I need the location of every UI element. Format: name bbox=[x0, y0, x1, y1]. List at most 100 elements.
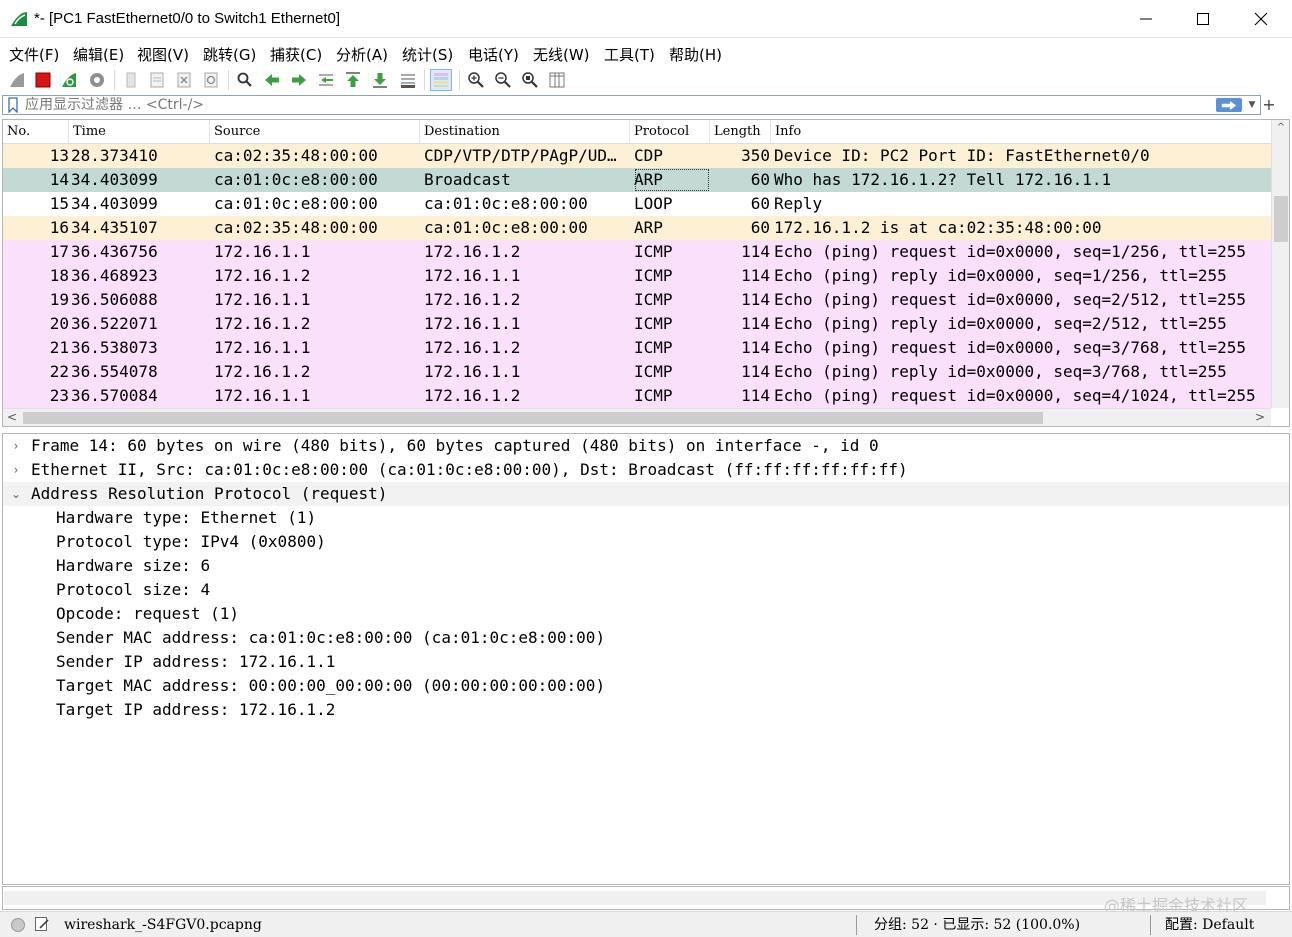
packet-cell-proto: ICMP bbox=[634, 290, 673, 309]
toolbar-separator bbox=[228, 70, 229, 90]
column-header-info[interactable]: Info bbox=[771, 120, 1271, 144]
packet-row[interactable]: 20 36.522071 172.16.1.2 172.16.1.1 ICMP 114 Ec… bbox=[3, 312, 1271, 336]
packet-row[interactable]: 13 28.373410 ca:02:35:48:00:00 CDP/VTP/DTP/… bbox=[3, 144, 1271, 168]
colorize-button[interactable] bbox=[430, 69, 452, 91]
packet-cell-proto: ARP bbox=[634, 168, 710, 192]
save-file-button[interactable] bbox=[146, 69, 168, 91]
toolbar-separator bbox=[114, 70, 115, 90]
menu-edit[interactable]: 编辑(E) bbox=[73, 44, 124, 65]
menu-file[interactable]: 文件(F) bbox=[9, 44, 59, 65]
column-header-time[interactable]: Time bbox=[69, 120, 210, 144]
detail-field[interactable]: Opcode: request (1) bbox=[3, 602, 1289, 626]
packet-row[interactable]: 18 36.468923 172.16.1.2 172.16.1.1 ICMP 114 Ec… bbox=[3, 264, 1271, 288]
colorize-icon bbox=[434, 73, 448, 87]
detail-field[interactable]: Hardware size: 6 bbox=[3, 554, 1289, 578]
filter-history-dropdown[interactable]: ▼ bbox=[1246, 98, 1258, 112]
resize-columns-button[interactable] bbox=[546, 69, 568, 91]
scroll-left-icon[interactable]: < bbox=[7, 410, 17, 424]
packet-row[interactable]: 19 36.506088 172.16.1.1 172.16.1.2 ICMP 114 Ec… bbox=[3, 288, 1271, 312]
detail-tree-node[interactable]: › Ethernet II, Src: ca:01:0c:e8:00:00 (ca… bbox=[3, 458, 1289, 482]
add-filter-button[interactable]: + bbox=[1262, 95, 1276, 115]
packet-bytes-scrollbar[interactable] bbox=[4, 891, 1266, 905]
detail-text: Hardware type: Ethernet (1) bbox=[56, 508, 317, 527]
menu-analyze[interactable]: 分析(A) bbox=[336, 44, 388, 65]
packet-list-horizontal-scrollbar[interactable]: < > bbox=[3, 408, 1271, 426]
close-file-button[interactable] bbox=[173, 69, 195, 91]
zoom-out-button[interactable] bbox=[492, 69, 514, 91]
packet-row[interactable]: 15 34.403099 ca:01:0c:e8:00:00 ca:01:0c:e8:… bbox=[3, 192, 1271, 216]
packet-row[interactable]: 22 36.554078 172.16.1.2 172.16.1.1 ICMP 114 Ec… bbox=[3, 360, 1271, 384]
go-to-packet-button[interactable] bbox=[315, 69, 337, 91]
apply-filter-button[interactable] bbox=[1216, 98, 1242, 112]
menu-statistics[interactable]: 统计(S) bbox=[402, 44, 453, 65]
packet-row[interactable]: 14 34.403099 ca:01:0c:e8:00:00 Broadcast ARP… bbox=[3, 168, 1271, 192]
menu-telephony[interactable]: 电话(Y) bbox=[468, 44, 519, 65]
open-file-button[interactable] bbox=[120, 69, 142, 91]
close-button[interactable] bbox=[1232, 0, 1290, 38]
packet-row[interactable]: 21 36.538073 172.16.1.1 172.16.1.2 ICMP 114 Ec… bbox=[3, 336, 1271, 360]
scroll-up-icon[interactable]: ^ bbox=[1275, 122, 1287, 134]
chevron-down-icon: ▼ bbox=[1248, 100, 1256, 110]
menu-view[interactable]: 视图(V) bbox=[137, 44, 189, 65]
arrow-right-icon bbox=[1221, 100, 1237, 110]
detail-field[interactable]: Target MAC address: 00:00:00_00:00:00 (0… bbox=[3, 674, 1289, 698]
status-file-name: wireshark_-S4FGV0.pcapng bbox=[64, 917, 262, 933]
column-header-protocol[interactable]: Protocol bbox=[630, 120, 710, 144]
normal-size-button[interactable] bbox=[519, 69, 541, 91]
expert-info-icon[interactable] bbox=[11, 918, 25, 932]
capture-comment-icon[interactable] bbox=[34, 916, 50, 932]
packet-row[interactable]: 23 36.570084 172.16.1.1 172.16.1.2 ICMP 114 Ec… bbox=[3, 384, 1271, 408]
menu-go[interactable]: 跳转(G) bbox=[203, 44, 256, 65]
stop-capture-button[interactable] bbox=[32, 69, 54, 91]
zoom-in-button[interactable] bbox=[465, 69, 487, 91]
menu-wireless[interactable]: 无线(W) bbox=[533, 44, 590, 65]
detail-tree-node[interactable]: › Frame 14: 60 bytes on wire (480 bits), … bbox=[3, 434, 1289, 458]
status-profile[interactable]: 配置: Default bbox=[1165, 916, 1254, 934]
detail-tree-node[interactable]: ⌄ Address Resolution Protocol (request) bbox=[3, 482, 1289, 506]
packet-cell-len: 114 bbox=[741, 290, 770, 309]
packet-row[interactable]: 16 34.435107 ca:02:35:48:00:00 ca:01:0c:e8:… bbox=[3, 216, 1271, 240]
scrollbar-thumb[interactable] bbox=[23, 412, 1043, 424]
maximize-button[interactable] bbox=[1174, 0, 1232, 38]
start-capture-icon bbox=[10, 73, 24, 87]
packet-row[interactable]: 17 36.436756 172.16.1.1 172.16.1.2 ICMP 114 Ec… bbox=[3, 240, 1271, 264]
restart-capture-button[interactable] bbox=[58, 69, 80, 91]
capture-options-button[interactable] bbox=[86, 69, 108, 91]
detail-field[interactable]: Target IP address: 172.16.1.2 bbox=[3, 698, 1289, 722]
chevron-down-icon[interactable]: ⌄ bbox=[9, 482, 23, 506]
go-forward-button[interactable] bbox=[288, 69, 310, 91]
menu-capture[interactable]: 捕获(C) bbox=[270, 44, 322, 65]
packet-cell-no: 13 bbox=[49, 146, 69, 165]
packet-cell-proto: ICMP bbox=[634, 242, 673, 261]
column-header-destination[interactable]: Destination bbox=[420, 120, 630, 144]
zoom-in-icon bbox=[468, 72, 484, 88]
start-capture-button[interactable] bbox=[6, 69, 28, 91]
menu-help[interactable]: 帮助(H) bbox=[669, 44, 722, 65]
scroll-right-icon[interactable]: > bbox=[1255, 410, 1265, 424]
maximize-icon bbox=[1197, 13, 1209, 25]
chevron-right-icon[interactable]: › bbox=[9, 458, 23, 482]
chevron-right-icon[interactable]: › bbox=[9, 434, 23, 458]
column-header-source[interactable]: Source bbox=[210, 120, 420, 144]
display-filter-input[interactable] bbox=[25, 96, 1205, 114]
detail-field[interactable]: Sender MAC address: ca:01:0c:e8:00:00 (c… bbox=[3, 626, 1289, 650]
detail-field[interactable]: Protocol type: IPv4 (0x0800) bbox=[3, 530, 1289, 554]
find-packet-button[interactable] bbox=[234, 69, 256, 91]
packet-list-vertical-scrollbar[interactable]: ^ bbox=[1271, 120, 1289, 408]
last-packet-button[interactable] bbox=[369, 69, 391, 91]
detail-field[interactable]: Protocol size: 4 bbox=[3, 578, 1289, 602]
column-header-length[interactable]: Length bbox=[710, 120, 771, 144]
minimize-button[interactable] bbox=[1117, 0, 1175, 38]
first-packet-button[interactable] bbox=[342, 69, 364, 91]
detail-field[interactable]: Sender IP address: 172.16.1.1 bbox=[3, 650, 1289, 674]
autoscroll-button[interactable] bbox=[397, 69, 419, 91]
reload-file-button[interactable] bbox=[200, 69, 222, 91]
packet-cell-proto: ICMP bbox=[634, 386, 673, 405]
packet-cell-info: Echo (ping) reply id=0x0000, seq=2/512, … bbox=[774, 314, 1227, 333]
scrollbar-thumb[interactable] bbox=[1274, 196, 1288, 242]
bookmark-icon[interactable] bbox=[6, 97, 20, 113]
menu-tools[interactable]: 工具(T) bbox=[604, 44, 655, 65]
go-back-button[interactable] bbox=[261, 69, 283, 91]
detail-field[interactable]: Hardware type: Ethernet (1) bbox=[3, 506, 1289, 530]
column-header-no[interactable]: No. bbox=[3, 120, 69, 144]
